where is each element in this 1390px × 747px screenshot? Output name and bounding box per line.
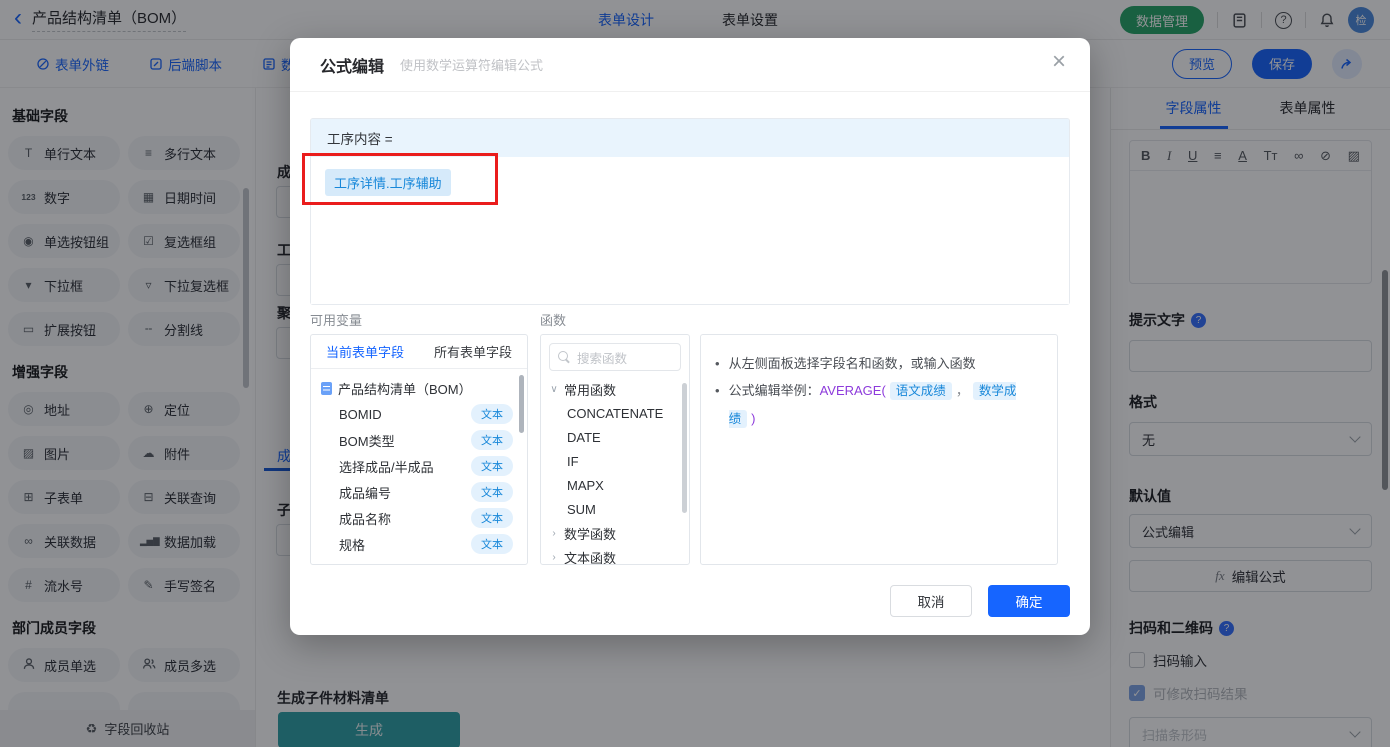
function-group-label: 常用函数	[564, 382, 617, 398]
variable-row[interactable]: 成品名称 文本	[311, 505, 527, 531]
help-example: 公式编辑举例：AVERAGE(语文成绩，数学成绩)	[728, 377, 1043, 433]
help-tip-1: • 从左侧面板选择字段名和函数，或输入函数	[715, 350, 1043, 377]
function-group-label: 数学函数	[564, 526, 617, 542]
function-group-math[interactable]: › 数学函数	[541, 521, 689, 545]
form-file-icon	[321, 381, 332, 395]
functions-scrollbar[interactable]	[682, 383, 687, 513]
variables-scrollbar[interactable]	[519, 375, 524, 433]
variable-name: 成品名称	[339, 511, 392, 527]
variable-type-badge: 文本	[471, 508, 513, 528]
variables-tree: 产品结构清单（BOM） BOMID 文本 BOM类型 文本 选择成品/半成品 文本 成…	[311, 369, 527, 557]
functions-panel: 搜索函数 ∨ 常用函数 CONCATENATE DATE IF MAPX SUM…	[540, 334, 690, 565]
example-separator: ，	[955, 383, 969, 398]
chevron-right-icon: ›	[552, 527, 556, 539]
function-item[interactable]: MAPX	[541, 473, 689, 497]
function-group-text[interactable]: › 文本函数	[541, 545, 689, 565]
variable-row[interactable]: BOMID 文本	[311, 401, 527, 427]
variable-type-badge: 文本	[471, 430, 513, 450]
help-tip-text: 从左侧面板选择字段名和函数，或输入函数	[728, 356, 976, 371]
bullet-icon: •	[715, 383, 720, 398]
variable-type-badge: 文本	[471, 482, 513, 502]
variable-row[interactable]: 规格 文本	[311, 531, 527, 557]
variable-row[interactable]: BOM类型 文本	[311, 427, 527, 453]
modal-subtitle: 使用数学运算符编辑公式	[400, 58, 544, 73]
example-function: AVERAGE(	[819, 383, 886, 398]
annotation-highlight	[302, 153, 498, 205]
app-window: ‹ 产品结构清单（BOM） 表单设计 表单设置 数据管理 ? 检 表单外链 后端…	[0, 0, 1390, 747]
variables-tabs: 当前表单字段 所有表单字段	[311, 335, 527, 369]
variable-name: BOMID	[339, 406, 382, 422]
modal-title: 公式编辑	[320, 58, 385, 76]
variables-panel: 当前表单字段 所有表单字段 产品结构清单（BOM） BOMID 文本 BOM类型文…	[310, 334, 528, 565]
functions-section-label: 函数	[540, 313, 567, 328]
chevron-right-icon: ›	[552, 551, 556, 563]
formula-expression-box: 工序内容 = 工序详情.工序辅助	[310, 118, 1070, 305]
variable-name: 选择成品/半成品	[339, 459, 434, 475]
function-item[interactable]: IF	[541, 449, 689, 473]
chevron-down-icon: ∨	[550, 383, 558, 395]
formula-editor-modal: 公式编辑 使用数学运算符编辑公式 × 工序内容 = 工序详情.工序辅助 可用变量…	[290, 38, 1090, 635]
variable-type-badge: 文本	[471, 456, 513, 476]
variable-name: 成品编号	[339, 485, 392, 501]
modal-header: 公式编辑 使用数学运算符编辑公式	[290, 38, 1090, 92]
function-item[interactable]: CONCATENATE	[541, 401, 689, 425]
search-icon	[558, 350, 571, 364]
variable-row[interactable]: 成品编号 文本	[311, 479, 527, 505]
variable-type-badge: 文本	[471, 404, 513, 424]
tab-all-form-fields[interactable]: 所有表单字段	[419, 335, 527, 368]
tab-current-form-fields[interactable]: 当前表单字段	[311, 335, 419, 368]
variable-row[interactable]: 选择成品/半成品 文本	[311, 453, 527, 479]
formula-help-panel: • 从左侧面板选择字段名和函数，或输入函数 • 公式编辑举例：AVERAGE(语…	[700, 334, 1058, 565]
function-search-input[interactable]: 搜索函数	[549, 343, 681, 371]
variables-section-label: 可用变量	[310, 313, 363, 328]
variable-name: BOM类型	[339, 433, 395, 449]
variable-type-badge: 文本	[471, 534, 513, 554]
function-item[interactable]: DATE	[541, 425, 689, 449]
search-placeholder: 搜索函数	[577, 351, 628, 366]
variable-name: 规格	[339, 537, 366, 553]
help-tip-2: • 公式编辑举例：AVERAGE(语文成绩，数学成绩)	[715, 377, 1043, 433]
example-field-chip: 语文成绩	[889, 382, 952, 400]
bullet-icon: •	[715, 356, 720, 371]
formula-target: 工序内容 =	[311, 119, 1069, 157]
example-close-paren: )	[751, 411, 756, 426]
example-prefix: 公式编辑举例：	[728, 383, 820, 398]
function-group-common[interactable]: ∨ 常用函数	[541, 377, 689, 401]
function-item[interactable]: SUM	[541, 497, 689, 521]
variables-tree-root[interactable]: 产品结构清单（BOM）	[311, 375, 527, 401]
function-group-label: 文本函数	[564, 550, 617, 565]
confirm-button[interactable]: 确定	[988, 585, 1070, 617]
close-icon[interactable]: ×	[1052, 50, 1066, 74]
variables-root-label: 产品结构清单（BOM）	[338, 381, 472, 397]
cancel-button[interactable]: 取消	[890, 585, 972, 617]
